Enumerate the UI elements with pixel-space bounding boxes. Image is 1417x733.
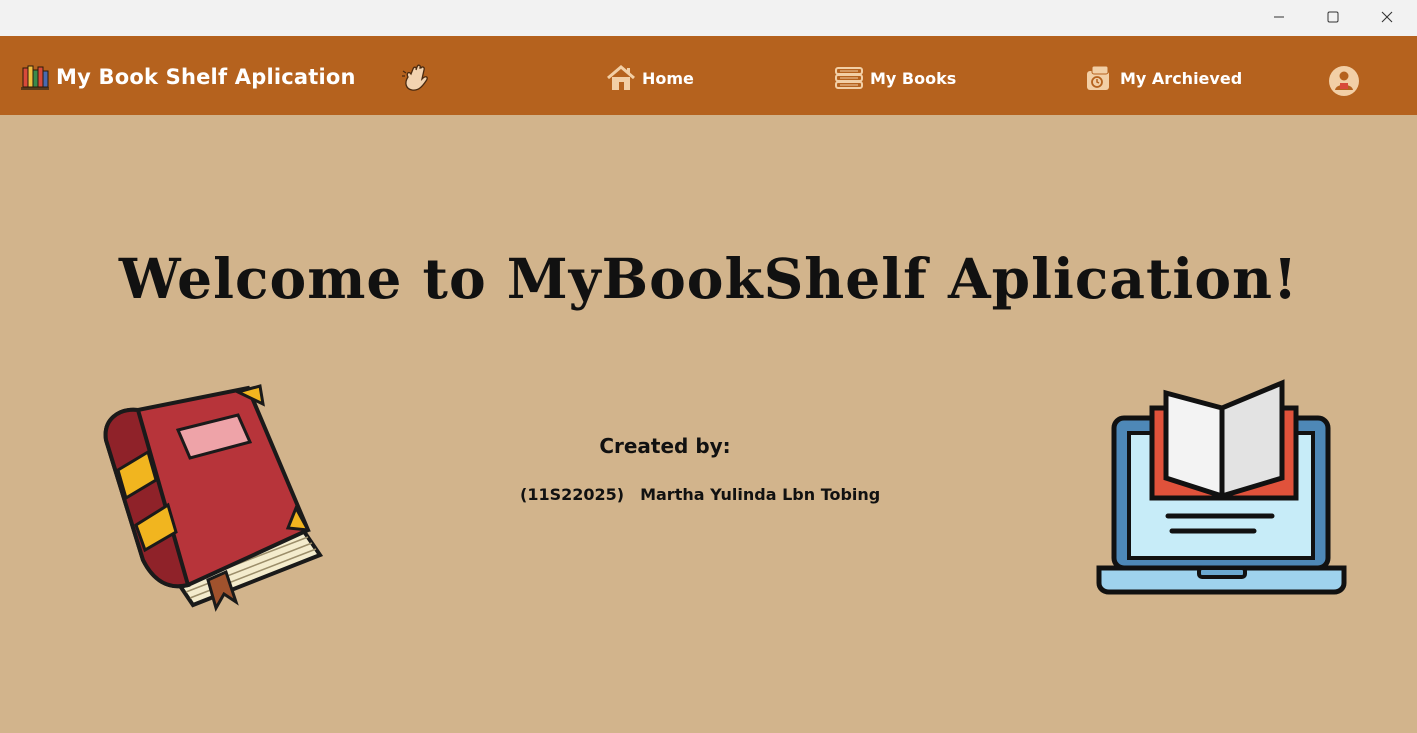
nav-my-books[interactable]: My Books bbox=[834, 64, 956, 92]
profile-icon[interactable] bbox=[1328, 65, 1360, 97]
nav-home-label: Home bbox=[642, 68, 694, 88]
brand[interactable]: My Book Shelf Aplication bbox=[20, 62, 356, 92]
nav-home[interactable]: Home bbox=[606, 64, 694, 92]
window-titlebar bbox=[0, 0, 1417, 36]
credit-student-id: (11S22025) bbox=[520, 485, 625, 504]
credit-author-name: Martha Yulinda Lbn Tobing bbox=[640, 485, 881, 504]
books-stack-icon bbox=[835, 67, 863, 89]
nav-my-archived[interactable]: My Archieved bbox=[1084, 64, 1242, 92]
maximize-icon bbox=[1327, 11, 1339, 23]
waving-hand-icon bbox=[402, 64, 428, 91]
nav-my-books-label: My Books bbox=[870, 68, 957, 88]
archive-icon bbox=[1087, 65, 1109, 90]
credit-line: (11S22025) Martha Yulinda Lbn Tobing bbox=[520, 485, 880, 504]
close-button[interactable] bbox=[1360, 0, 1414, 34]
home-icon bbox=[607, 65, 635, 90]
nav-my-archived-label: My Archieved bbox=[1120, 68, 1243, 88]
welcome-heading: Welcome to MyBookShelf Aplication! bbox=[118, 246, 1299, 311]
app-title: My Book Shelf Aplication bbox=[56, 65, 356, 89]
laptop-book-illustration bbox=[1096, 379, 1347, 595]
minimize-button[interactable] bbox=[1252, 0, 1306, 34]
maximize-button[interactable] bbox=[1306, 0, 1360, 34]
app-navbar: My Book Shelf Aplication Home My Books M… bbox=[0, 36, 1417, 115]
minimize-icon bbox=[1274, 16, 1284, 18]
close-icon bbox=[1381, 11, 1393, 23]
book-illustration bbox=[103, 384, 324, 612]
bookshelf-icon bbox=[21, 65, 49, 90]
